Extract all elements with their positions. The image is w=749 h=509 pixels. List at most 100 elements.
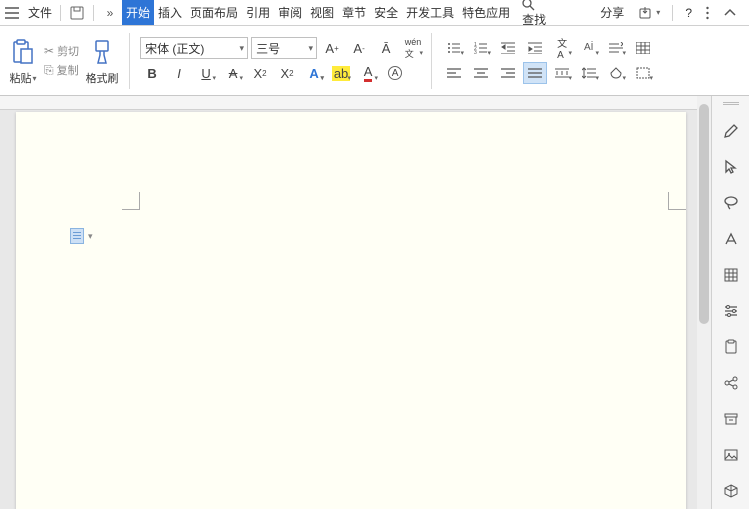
- text-effect-button[interactable]: A: [302, 62, 326, 84]
- lasso-icon[interactable]: [720, 192, 742, 214]
- increase-indent-button[interactable]: [523, 37, 547, 59]
- copy-button[interactable]: ⎘复制: [44, 62, 79, 78]
- strikethrough-button[interactable]: A: [221, 62, 245, 84]
- align-justify-button[interactable]: [523, 62, 547, 84]
- menubar: 文件 » 开始 插入 页面布局 引用 审阅 视图 章节 安全 开发工具 特色应用…: [0, 0, 749, 26]
- format-painter-group: 格式刷: [85, 35, 119, 86]
- tab-review[interactable]: 审阅: [274, 0, 306, 25]
- paragraph-options-button[interactable]: ▾: [70, 228, 93, 244]
- separator: [60, 5, 61, 21]
- tab-view[interactable]: 视图: [306, 0, 338, 25]
- clipboard-icon[interactable]: [720, 336, 742, 358]
- pencil-icon[interactable]: [720, 120, 742, 142]
- decrease-indent-button[interactable]: [496, 37, 520, 59]
- phonetic-icon[interactable]: wén文: [401, 37, 425, 59]
- align-left-button[interactable]: [442, 62, 466, 84]
- paragraph-tool-button[interactable]: [604, 37, 628, 59]
- tab-security[interactable]: 安全: [370, 0, 402, 25]
- copy-icon: ⎘: [44, 63, 54, 78]
- bullet-list-button[interactable]: [442, 37, 466, 59]
- ribbon: 粘贴▾ ✂剪切 ⎘复制 格式刷 宋体 (正文) 三号 A+ A- Ā wén文 …: [0, 26, 749, 96]
- scrollbar-thumb[interactable]: [699, 104, 709, 324]
- export-icon[interactable]: ▾: [632, 6, 666, 20]
- tab-start[interactable]: 开始: [122, 0, 154, 25]
- chevron-down-icon: ▾: [656, 8, 660, 17]
- image-icon[interactable]: [720, 444, 742, 466]
- separator: [431, 33, 432, 89]
- tab-dev[interactable]: 开发工具: [402, 0, 458, 25]
- chevron-down-icon: ▾: [32, 74, 36, 83]
- brush-icon[interactable]: [85, 35, 119, 69]
- font-group: 宋体 (正文) 三号 A+ A- Ā wén文 B I U A X2 X2 A …: [140, 37, 425, 84]
- bold-button[interactable]: B: [140, 62, 164, 84]
- tab-layout[interactable]: 页面布局: [186, 0, 242, 25]
- ruler[interactable]: [0, 96, 711, 110]
- grid-button[interactable]: [631, 37, 655, 59]
- menu-right: 分享 ▾ ?: [594, 4, 749, 21]
- vertical-scrollbar[interactable]: [697, 96, 711, 509]
- help-icon[interactable]: ?: [679, 6, 698, 20]
- paste-group: 粘贴▾: [6, 35, 40, 86]
- cursor-icon[interactable]: [720, 156, 742, 178]
- increase-font-icon[interactable]: A+: [320, 37, 344, 59]
- align-vertical-button[interactable]: Aİ: [577, 37, 601, 59]
- circled-char-button[interactable]: A: [383, 62, 407, 84]
- text-direction-button[interactable]: 文A: [550, 37, 574, 59]
- tab-reference[interactable]: 引用: [242, 0, 274, 25]
- align-center-button[interactable]: [469, 62, 493, 84]
- margin-mark-right: [668, 192, 686, 210]
- cube-icon[interactable]: [720, 480, 742, 502]
- margin-mark-left: [122, 192, 140, 210]
- link-icon[interactable]: [720, 372, 742, 394]
- font-size-select[interactable]: 三号: [251, 37, 317, 59]
- menu-left: 文件 » 开始 插入 页面布局 引用 审阅 视图 章节 安全 开发工具 特色应用…: [0, 0, 546, 28]
- font-color-button[interactable]: A: [356, 62, 380, 84]
- save-icon[interactable]: [68, 6, 86, 20]
- paragraph-group: 123 文A Aİ: [442, 37, 655, 84]
- shading-button[interactable]: [604, 62, 628, 84]
- text-style-icon[interactable]: [720, 228, 742, 250]
- separator: [93, 5, 94, 21]
- menu-file[interactable]: 文件: [24, 0, 56, 25]
- page-icon: [70, 228, 84, 244]
- share-button[interactable]: 分享: [594, 4, 630, 21]
- superscript-button[interactable]: X2: [248, 62, 272, 84]
- paste-icon[interactable]: [6, 35, 40, 69]
- align-right-button[interactable]: [496, 62, 520, 84]
- clipboard-small: ✂剪切 ⎘复制: [44, 43, 79, 78]
- paste-button[interactable]: 粘贴▾: [9, 70, 36, 86]
- format-painter-button[interactable]: 格式刷: [86, 70, 119, 86]
- scissors-icon: ✂: [44, 44, 54, 58]
- grip-icon[interactable]: [723, 102, 739, 106]
- settings-icon[interactable]: [720, 300, 742, 322]
- collapse-icon[interactable]: [717, 8, 743, 18]
- border-button[interactable]: [631, 62, 655, 84]
- more-icon[interactable]: »: [101, 6, 119, 20]
- line-spacing-button[interactable]: [577, 62, 601, 84]
- decrease-font-icon[interactable]: A-: [347, 37, 371, 59]
- svg-text:Aİ: Aİ: [584, 41, 593, 53]
- table-icon[interactable]: [720, 264, 742, 286]
- search-label: 查找: [522, 13, 546, 27]
- tab-chapter[interactable]: 章节: [338, 0, 370, 25]
- change-case-icon[interactable]: Ā: [374, 37, 398, 59]
- underline-button[interactable]: U: [194, 62, 218, 84]
- hamburger-icon[interactable]: [3, 7, 21, 19]
- separator: [129, 33, 130, 89]
- subscript-button[interactable]: X2: [275, 62, 299, 84]
- search-button[interactable]: 查找: [522, 0, 546, 28]
- italic-button[interactable]: I: [167, 62, 191, 84]
- highlight-button[interactable]: ab: [329, 62, 353, 84]
- cut-button[interactable]: ✂剪切: [44, 43, 79, 59]
- archive-icon[interactable]: [720, 408, 742, 430]
- document-area: ▾: [0, 96, 711, 509]
- page[interactable]: ▾: [16, 112, 686, 509]
- chevron-down-icon: ▾: [88, 231, 93, 242]
- separator: [672, 5, 673, 21]
- font-name-select[interactable]: 宋体 (正文): [140, 37, 248, 59]
- tab-special[interactable]: 特色应用: [458, 0, 514, 25]
- number-list-button[interactable]: 123: [469, 37, 493, 59]
- tab-insert[interactable]: 插入: [154, 0, 186, 25]
- kebab-icon[interactable]: [700, 6, 715, 20]
- distribute-button[interactable]: [550, 62, 574, 84]
